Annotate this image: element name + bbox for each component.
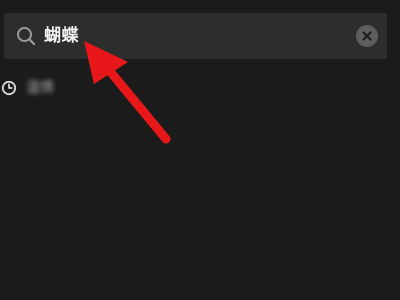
search-history-item[interactable]: 温情 [0, 76, 400, 102]
clock-icon [1, 80, 17, 96]
search-screen: 蝴蝶 温情 [0, 0, 400, 300]
search-input[interactable]: 蝴蝶 [44, 22, 344, 50]
search-box[interactable]: 蝴蝶 [4, 13, 387, 59]
history-item-label: 温情 [26, 80, 54, 96]
search-icon [15, 25, 37, 47]
search-header: 蝴蝶 [0, 0, 400, 70]
clear-icon [362, 31, 372, 41]
clear-button[interactable] [356, 25, 378, 47]
